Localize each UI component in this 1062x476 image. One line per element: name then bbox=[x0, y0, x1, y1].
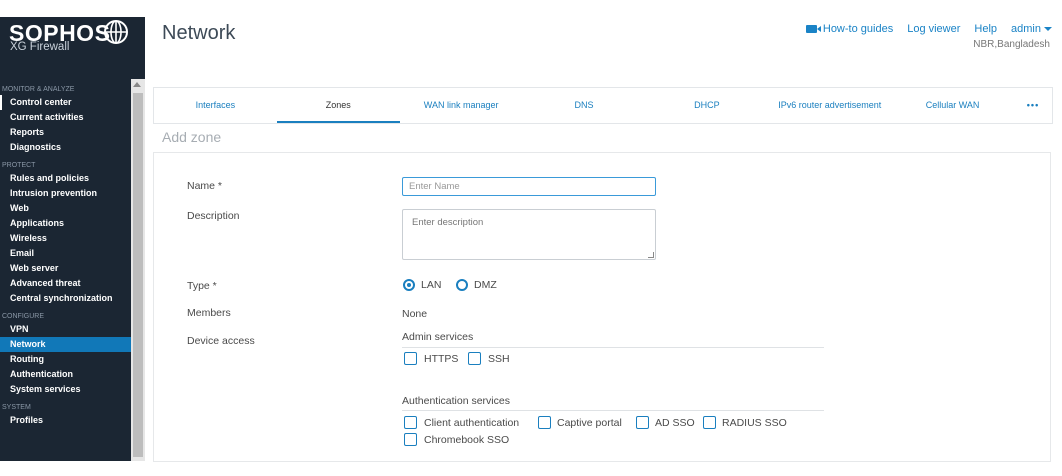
sidebar-item-central-synchronization[interactable]: Central synchronization bbox=[0, 291, 131, 306]
client-authentication-label: Client authentication bbox=[424, 417, 520, 429]
user-name: admin bbox=[1011, 23, 1041, 35]
sidebar-item-wireless[interactable]: Wireless bbox=[0, 231, 131, 246]
sidebar-item-vpn[interactable]: VPN bbox=[0, 322, 131, 337]
members-label: Members bbox=[187, 307, 231, 319]
sidebar-item-profiles[interactable]: Profiles bbox=[0, 413, 131, 428]
tab-zones[interactable]: Zones bbox=[276, 88, 400, 123]
sidebar-item-authentication[interactable]: Authentication bbox=[0, 367, 131, 382]
page-title: Network bbox=[162, 22, 236, 44]
name-input[interactable] bbox=[402, 177, 656, 196]
tab-ipv6-router-advertisement[interactable]: IPv6 router advertisement bbox=[768, 88, 891, 123]
ssh-label: SSH bbox=[488, 353, 510, 365]
top-links: How-to guides Log viewer Help admin bbox=[805, 23, 1052, 35]
user-menu[interactable]: admin bbox=[1011, 23, 1052, 35]
sidebar-item-reports[interactable]: Reports bbox=[0, 125, 131, 140]
radius-sso-checkbox[interactable] bbox=[703, 416, 716, 429]
description-input[interactable] bbox=[402, 209, 656, 260]
tab-cellular-wan[interactable]: Cellular WAN bbox=[891, 88, 1014, 123]
tab-dhcp[interactable]: DHCP bbox=[645, 88, 768, 123]
type-label: Type * bbox=[187, 280, 217, 292]
client-authentication-checkbox[interactable] bbox=[404, 416, 417, 429]
radius-sso-label: RADIUS SSO bbox=[722, 417, 787, 429]
tab-wan-link-manager[interactable]: WAN link manager bbox=[400, 88, 523, 123]
tab-dns[interactable]: DNS bbox=[523, 88, 646, 123]
ad-sso-label: AD SSO bbox=[655, 417, 695, 429]
add-zone-form: Name * Description Type * LAN DMZ Member… bbox=[153, 152, 1051, 462]
auth-services-divider bbox=[402, 410, 824, 411]
sidebar-item-network[interactable]: Network bbox=[0, 337, 131, 352]
nav-section-title: SYSTEM bbox=[2, 404, 31, 411]
type-lan-label: LAN bbox=[421, 279, 442, 291]
sidebar-item-web-server[interactable]: Web server bbox=[0, 261, 131, 276]
captive-portal-checkbox[interactable] bbox=[538, 416, 551, 429]
type-dmz-radio[interactable] bbox=[456, 279, 468, 291]
nav-section-title: CONFIGURE bbox=[2, 313, 44, 320]
type-dmz-label: DMZ bbox=[474, 279, 497, 291]
tab-more[interactable]: ••• bbox=[1014, 88, 1052, 123]
sidebar-item-routing[interactable]: Routing bbox=[0, 352, 131, 367]
globe-icon bbox=[104, 20, 128, 44]
captive-portal-label: Captive portal bbox=[557, 417, 622, 429]
sidebar-item-intrusion-prevention[interactable]: Intrusion prevention bbox=[0, 186, 131, 201]
sidebar-item-rules-and-policies[interactable]: Rules and policies bbox=[0, 171, 131, 186]
sidebar-scrollbar[interactable] bbox=[131, 79, 145, 461]
log-viewer-link[interactable]: Log viewer bbox=[907, 23, 960, 35]
sidebar-item-applications[interactable]: Applications bbox=[0, 216, 131, 231]
tab-interfaces[interactable]: Interfaces bbox=[154, 88, 277, 123]
sidebar-item-email[interactable]: Email bbox=[0, 246, 131, 261]
sidebar-item-control-center[interactable]: Control center bbox=[0, 95, 131, 110]
admin-services-title: Admin services bbox=[402, 331, 474, 343]
nav-section-title: PROTECT bbox=[2, 162, 36, 169]
howto-guides-link[interactable]: How-to guides bbox=[805, 23, 894, 35]
sidebar-item-diagnostics[interactable]: Diagnostics bbox=[0, 140, 131, 155]
user-location: NBR,Bangladesh bbox=[973, 39, 1050, 50]
sidebar-item-system-services[interactable]: System services bbox=[0, 382, 131, 397]
https-label: HTTPS bbox=[424, 353, 459, 365]
sidebar: SOPHOS XG Firewall MONITOR & ANALYZE Cont… bbox=[0, 17, 145, 461]
chromebook-sso-label: Chromebook SSO bbox=[424, 434, 510, 446]
description-label: Description bbox=[187, 210, 240, 222]
ssh-checkbox[interactable] bbox=[468, 352, 481, 365]
device-access-label: Device access bbox=[187, 335, 255, 347]
sidebar-item-advanced-threat[interactable]: Advanced threat bbox=[0, 276, 131, 291]
name-label: Name * bbox=[187, 180, 223, 192]
video-camera-icon bbox=[805, 25, 821, 34]
scroll-thumb[interactable] bbox=[133, 93, 143, 457]
admin-services-divider bbox=[402, 347, 824, 348]
auth-services-title: Authentication services bbox=[402, 395, 510, 407]
sidebar-item-current-activities[interactable]: Current activities bbox=[0, 110, 131, 125]
brand: SOPHOS XG Firewall bbox=[0, 17, 145, 79]
scroll-up-arrow-icon[interactable] bbox=[133, 82, 141, 87]
sidebar-item-web[interactable]: Web bbox=[0, 201, 131, 216]
chromebook-sso-checkbox[interactable] bbox=[404, 433, 417, 446]
ad-sso-checkbox[interactable] bbox=[636, 416, 649, 429]
resize-handle-icon[interactable] bbox=[648, 252, 654, 258]
type-lan-radio[interactable] bbox=[403, 279, 415, 291]
app-window: SOPHOS XG Firewall MONITOR & ANALYZE Cont… bbox=[0, 0, 1062, 476]
nav-section-title: MONITOR & ANALYZE bbox=[2, 86, 75, 93]
https-checkbox[interactable] bbox=[404, 352, 417, 365]
howto-guides-label: How-to guides bbox=[822, 23, 894, 35]
tab-bar: Interfaces Zones WAN link manager DNS DHCP IP… bbox=[153, 87, 1053, 124]
help-link[interactable]: Help bbox=[974, 23, 997, 35]
brand-product: XG Firewall bbox=[10, 41, 70, 53]
section-title: Add zone bbox=[162, 129, 222, 145]
caret-down-icon bbox=[1044, 27, 1052, 32]
sidebar-nav: MONITOR & ANALYZE Control center Current a… bbox=[0, 79, 131, 428]
members-value: None bbox=[402, 308, 428, 320]
